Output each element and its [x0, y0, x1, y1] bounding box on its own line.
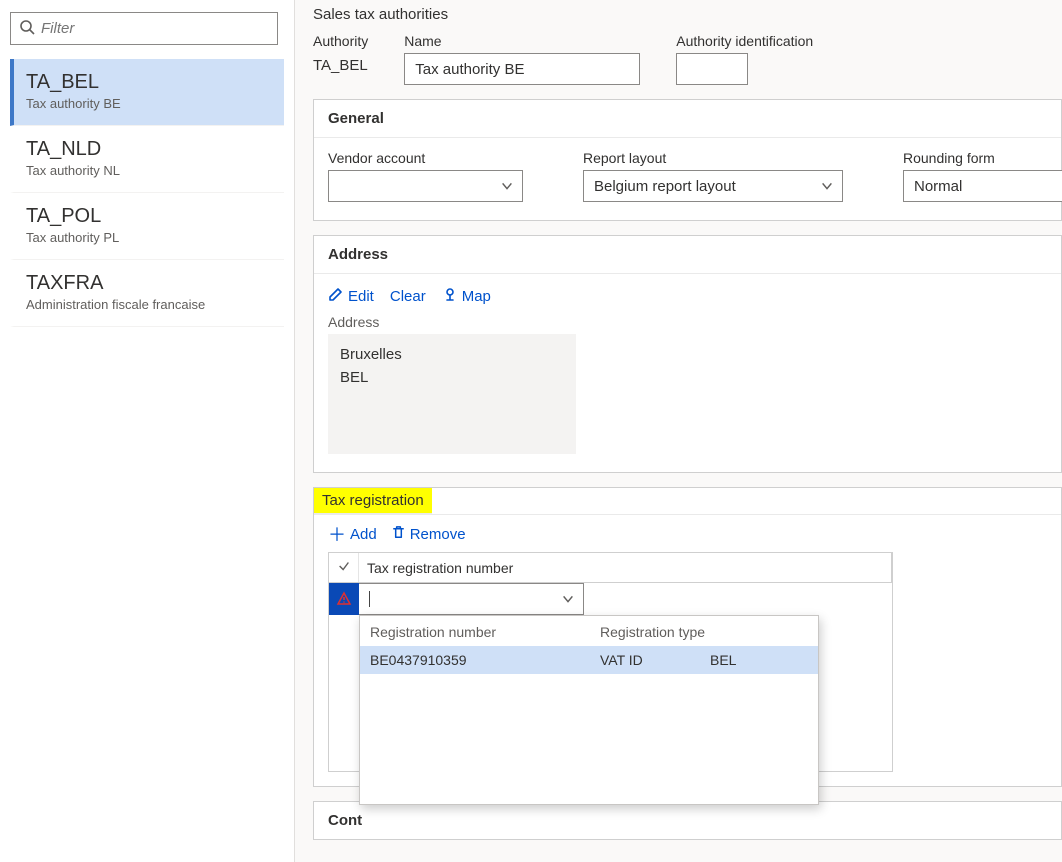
section-header-general[interactable]: General	[314, 100, 1061, 138]
round-select[interactable]: Normal	[903, 170, 1062, 202]
round-label: Rounding form	[903, 150, 1062, 166]
search-icon	[19, 19, 35, 38]
list-item[interactable]: TAXFRA Administration fiscale francaise	[10, 260, 284, 327]
list-item[interactable]: TA_POL Tax authority PL	[10, 193, 284, 260]
plus-icon: ＋	[328, 526, 346, 544]
grid-row-editing	[329, 583, 892, 615]
report-value: Belgium report layout	[594, 178, 736, 195]
pencil-icon	[328, 286, 344, 306]
popup-row[interactable]: BE0437910359 VAT ID BEL	[360, 646, 818, 674]
taxreg-grid: Tax registration number Registration num…	[328, 552, 893, 772]
authid-input[interactable]	[676, 53, 748, 85]
warning-icon	[329, 583, 359, 615]
list-item-sub: Tax authority NL	[26, 163, 272, 178]
filter-input[interactable]	[35, 13, 269, 44]
sidebar: TA_BEL Tax authority BE TA_NLD Tax autho…	[0, 0, 295, 862]
main: Sales tax authorities Authority TA_BEL N…	[295, 0, 1062, 862]
vendor-select[interactable]	[328, 170, 523, 202]
list-item-code: TA_NLD	[26, 138, 272, 161]
popup-col-regtype[interactable]: Registration type	[600, 624, 808, 640]
list-item-code: TA_POL	[26, 205, 272, 228]
filter-box[interactable]	[10, 12, 278, 45]
taxreg-dropdown-popup: Registration number Registration type BE…	[359, 615, 819, 805]
header-fields: Authority TA_BEL Name Authority identifi…	[313, 33, 1062, 85]
section-address: Address Edit Clear Map Address Bruxelles…	[313, 235, 1062, 473]
grid-header-taxregnum[interactable]: Tax registration number	[359, 553, 892, 582]
popup-row-num: BE0437910359	[370, 652, 600, 668]
authority-value: TA_BEL	[313, 53, 368, 74]
taxreg-add-button[interactable]: ＋ Add	[328, 526, 377, 544]
report-label: Report layout	[583, 150, 843, 166]
text-caret	[369, 591, 370, 607]
address-label: Address	[328, 314, 1047, 330]
map-pin-icon	[442, 286, 458, 306]
taxreg-number-dropdown[interactable]	[359, 583, 584, 615]
name-label: Name	[404, 33, 640, 49]
trash-icon	[391, 525, 406, 544]
section-header-partial[interactable]: Cont	[313, 801, 1062, 840]
list-item-sub: Tax authority PL	[26, 230, 272, 245]
section-header-address[interactable]: Address	[314, 236, 1061, 274]
section-header-taxreg[interactable]: Tax registration	[314, 488, 432, 514]
list-item-code: TA_BEL	[26, 71, 272, 94]
page-title: Sales tax authorities	[313, 6, 1062, 23]
address-edit-button[interactable]: Edit	[328, 286, 374, 306]
authid-label: Authority identification	[676, 33, 813, 49]
list-item-sub: Administration fiscale francaise	[26, 297, 272, 312]
name-input[interactable]	[404, 53, 640, 85]
address-display: Bruxelles BEL	[328, 334, 576, 454]
list-item[interactable]: TA_BEL Tax authority BE	[10, 59, 284, 126]
vendor-label: Vendor account	[328, 150, 523, 166]
popup-row-country: BEL	[710, 652, 808, 668]
check-icon	[337, 559, 351, 576]
list-item[interactable]: TA_NLD Tax authority NL	[10, 126, 284, 193]
authority-list: TA_BEL Tax authority BE TA_NLD Tax autho…	[10, 59, 284, 327]
authority-label: Authority	[313, 33, 368, 49]
address-map-button[interactable]: Map	[442, 286, 491, 306]
report-select[interactable]: Belgium report layout	[583, 170, 843, 202]
popup-row-type: VAT ID	[600, 652, 710, 668]
taxreg-remove-button[interactable]: Remove	[391, 525, 466, 544]
section-tax-registration: Tax registration ＋ Add Remove Tax regist…	[313, 487, 1062, 787]
section-general: General Vendor account Report layout Bel…	[313, 99, 1062, 221]
list-item-sub: Tax authority BE	[26, 96, 272, 111]
round-value: Normal	[914, 178, 962, 195]
address-clear-button[interactable]: Clear	[390, 288, 426, 305]
grid-select-all[interactable]	[329, 553, 359, 582]
list-item-code: TAXFRA	[26, 272, 272, 295]
popup-col-regnum[interactable]: Registration number	[370, 624, 600, 640]
